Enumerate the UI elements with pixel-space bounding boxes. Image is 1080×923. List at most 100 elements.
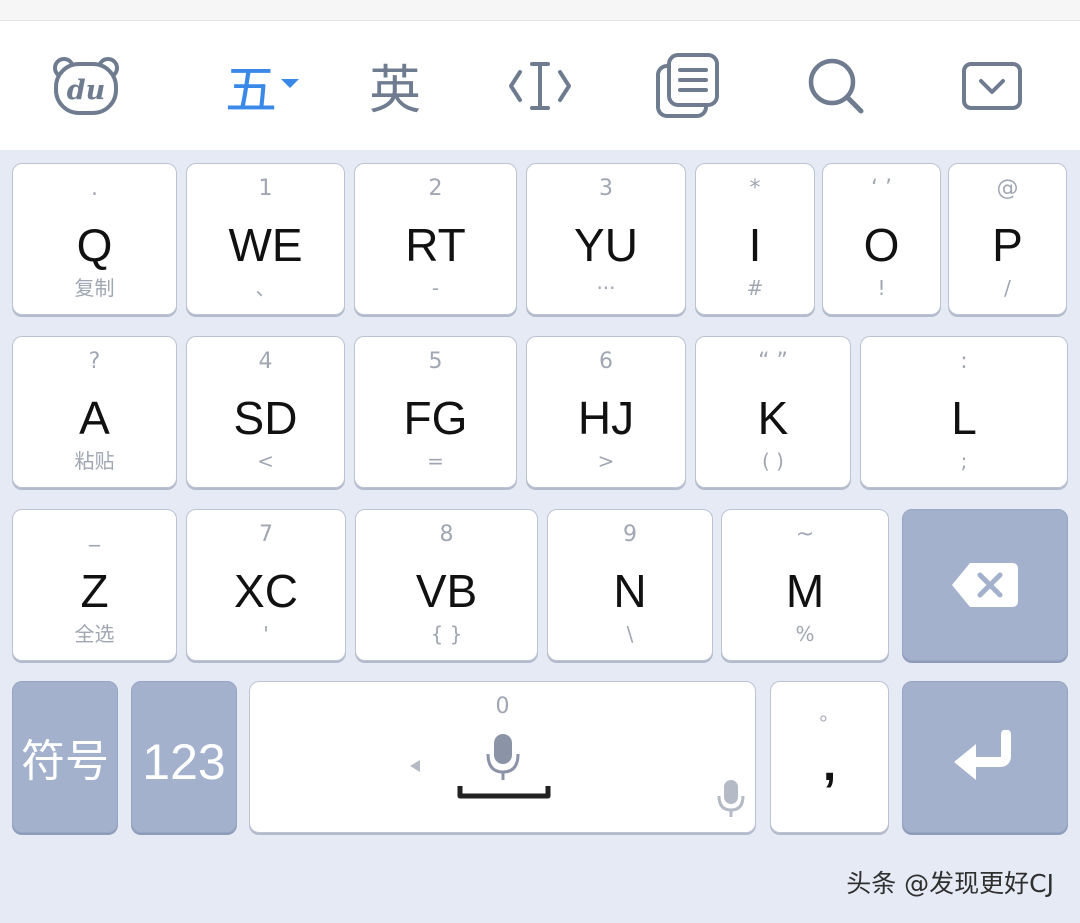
baidu-logo-button[interactable]: du (40, 21, 132, 150)
key-secondary-label: * (749, 176, 761, 201)
key-tertiary-label: - (431, 276, 440, 300)
key-main-label: Q (76, 219, 113, 271)
key-fg[interactable]: 5 FG = (354, 336, 517, 488)
cursor-move-button[interactable] (500, 21, 580, 150)
clipboard-icon (656, 52, 719, 118)
key-q[interactable]: . Q 复制 (12, 163, 177, 315)
right-arrow-icon-small (586, 786, 606, 822)
space-key[interactable]: 0 (249, 681, 756, 833)
key-vb[interactable]: 8 VB { } (355, 509, 538, 661)
mic-icon (486, 734, 520, 780)
key-tertiary-label: 全选 (74, 622, 115, 646)
key-main-label: I (748, 219, 762, 271)
key-tertiary-label: 粘贴 (74, 449, 115, 473)
key-tertiary-label: ··· (596, 276, 616, 300)
key-secondary-label: 1 (258, 176, 273, 201)
key-main-label: P (992, 219, 1023, 271)
key-secondary-label: 6 (599, 349, 613, 374)
key-main-label: L (951, 392, 977, 444)
search-icon (808, 58, 864, 113)
backspace-icon-wrap (903, 510, 1067, 660)
enter-key[interactable] (902, 681, 1068, 833)
key-main-label: FG (403, 392, 468, 444)
search-button[interactable] (796, 21, 876, 150)
enter-icon (954, 730, 1011, 780)
key-i[interactable]: * I # (695, 163, 815, 315)
key-rt[interactable]: 2 RT - (354, 163, 517, 315)
key-main-label: XC (234, 565, 298, 617)
key-tertiary-label: 、 (255, 276, 276, 300)
key-main-label: K (757, 392, 789, 444)
key-tertiary-label: % (795, 622, 815, 646)
key-z[interactable]: _ Z 全选 (12, 509, 177, 661)
key-l[interactable]: : L ; (860, 336, 1068, 488)
logo-text: du (67, 75, 106, 106)
watermark: 头条 @发现更好CJ (846, 869, 1054, 898)
key-secondary-label: 5 (428, 349, 443, 374)
status-strip (0, 0, 1080, 21)
key-hj[interactable]: 6 HJ > (526, 336, 686, 488)
key-secondary-label: ~ (795, 522, 815, 547)
space-voice-graphic (410, 734, 551, 799)
key-n[interactable]: 9 N \ (547, 509, 713, 661)
key-secondary-label: 7 (259, 522, 273, 547)
key-tertiary-label: < (257, 449, 274, 473)
key-tertiary-label: \ (626, 622, 634, 646)
symbols-label: 符号 (21, 736, 109, 787)
key-tertiary-label: ; (960, 449, 968, 473)
comma-key[interactable]: 。 , (770, 681, 889, 833)
wubi-mode-button[interactable]: 五 (212, 21, 312, 150)
space-bar-icon (457, 786, 551, 799)
key-tertiary-label: ' (263, 622, 269, 646)
key-xc[interactable]: 7 XC ' (186, 509, 346, 661)
key-main-label: SD (233, 392, 298, 444)
hide-keyboard-button[interactable] (952, 21, 1032, 150)
key-secondary-label: 4 (258, 349, 273, 374)
key-tertiary-label: 复制 (74, 276, 115, 300)
key-tertiary-label: { } (430, 622, 463, 646)
backspace-icon (952, 563, 1018, 607)
key-tertiary-label: ! (877, 276, 886, 300)
numbers-label: 123 (142, 734, 226, 790)
hide-keyboard-icon (962, 61, 1022, 110)
key-secondary-label: ‘ ’ (871, 176, 892, 201)
key-secondary-label: : (960, 349, 968, 374)
english-mode-button[interactable]: 英 (350, 21, 440, 150)
key-secondary-label: _ (89, 522, 100, 547)
key-main-label: YU (574, 219, 638, 271)
backspace-key[interactable] (902, 509, 1068, 661)
key-m[interactable]: ~ M % (721, 509, 889, 661)
numbers-key[interactable]: 123 (131, 681, 237, 833)
key-main-label: Z (80, 565, 109, 617)
cursor-move-icon (509, 61, 571, 110)
enter-icon-wrap (903, 682, 1067, 832)
voice-input-icon (717, 780, 745, 817)
clipboard-button[interactable] (648, 21, 728, 150)
left-arrow-icon (410, 760, 420, 772)
key-main-label: HJ (577, 392, 635, 444)
key-secondary-label: 9 (623, 522, 637, 547)
space-secondary-label: 0 (495, 694, 510, 719)
key-we[interactable]: 1 WE 、 (186, 163, 345, 315)
baidu-logo-icon: du (53, 56, 119, 115)
key-secondary-label: @ (996, 176, 1019, 201)
key-o[interactable]: ‘ ’ O ! (822, 163, 941, 315)
key-k[interactable]: “ ” K ( ) (695, 336, 851, 488)
symbols-key[interactable]: 符号 (12, 681, 118, 833)
english-label: 英 (368, 61, 421, 121)
key-main-label: VB (415, 565, 478, 617)
key-main-label: M (785, 565, 825, 617)
key-tertiary-label: # (746, 276, 764, 300)
key-a[interactable]: ? A 粘贴 (12, 336, 177, 488)
key-yu[interactable]: 3 YU ··· (526, 163, 686, 315)
key-main-label: O (863, 219, 900, 271)
key-tertiary-label: = (427, 449, 444, 473)
key-main-label: A (79, 392, 110, 444)
wubi-label: 五 (224, 61, 277, 121)
key-sd[interactable]: 4 SD < (186, 336, 345, 488)
key-secondary-label: . (91, 176, 98, 201)
key-secondary-label: “ ” (758, 349, 788, 374)
key-p[interactable]: @ P / (948, 163, 1067, 315)
key-secondary-label: 2 (428, 176, 443, 201)
key-main-label: N (613, 565, 647, 617)
